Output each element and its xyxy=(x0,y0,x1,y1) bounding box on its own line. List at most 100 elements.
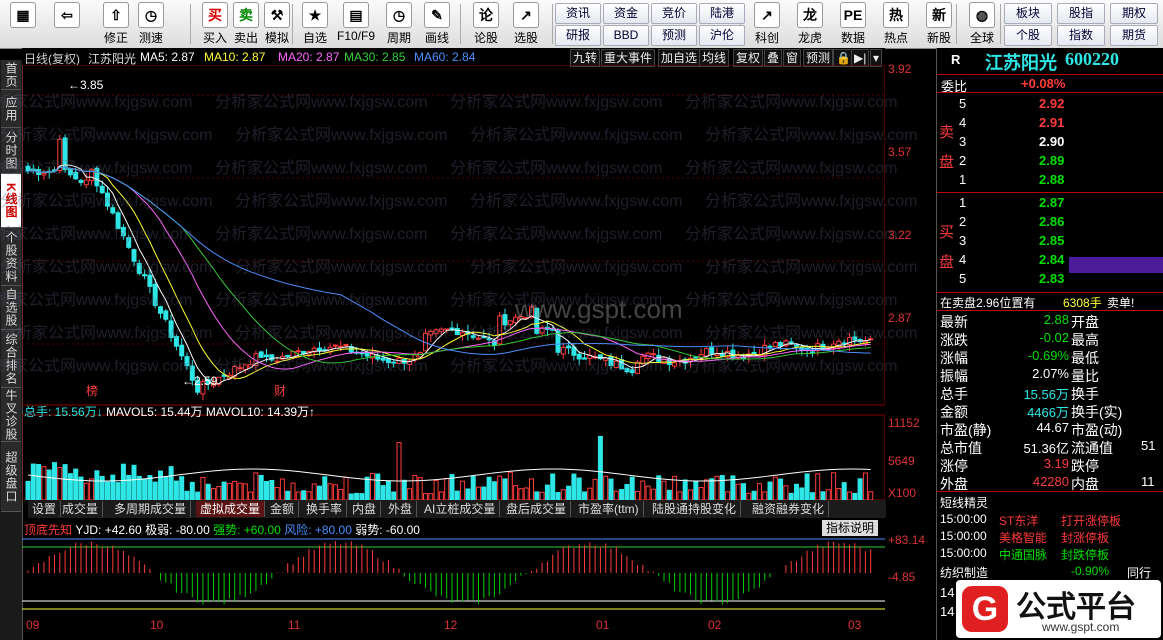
toolbar-link[interactable]: 个股 xyxy=(1004,25,1052,46)
bid-price[interactable]: 2.84 xyxy=(1039,252,1064,267)
indicator-help-button[interactable]: 指标说明 xyxy=(822,520,879,536)
short-name[interactable]: 美格智能 xyxy=(999,529,1047,546)
indicator-tab-12[interactable]: 融资融券变化 xyxy=(748,501,830,517)
left-tab-4[interactable]: 个股资料 xyxy=(1,228,21,286)
toolbar-button-8[interactable]: ▤ F10/F9 xyxy=(337,2,375,46)
indicator-chart[interactable] xyxy=(22,537,885,617)
sell-label: 卖盘 xyxy=(939,124,955,171)
volume-bar xyxy=(332,484,338,500)
toolbar-link[interactable]: 研报 xyxy=(555,25,601,46)
ask-price[interactable]: 2.88 xyxy=(1039,172,1064,187)
logo-g-icon: G xyxy=(962,586,1008,632)
toolbar-button-3[interactable]: ◷ 测速 xyxy=(132,2,170,46)
left-tab-5[interactable]: 自选股 xyxy=(1,286,21,330)
toolbar2-button-4[interactable]: 新新股 xyxy=(919,2,959,46)
quote-value: 44.67 xyxy=(1036,420,1069,435)
volume-bar xyxy=(226,482,232,500)
indicator-tab-3[interactable]: 虚拟成交量 xyxy=(196,501,266,517)
sector-more[interactable]: 同行 xyxy=(1127,564,1151,581)
status-line: 在卖盘2.96位置有 xyxy=(940,296,1036,310)
toolbar-link[interactable]: 沪伦 xyxy=(699,25,745,46)
toolbar2-button-1[interactable]: 龙龙虎 xyxy=(790,2,830,46)
toolbar-link[interactable]: 陆港 xyxy=(699,3,745,24)
toolbar-label: 科创 xyxy=(754,31,779,45)
bottom-num-1: 14 xyxy=(940,585,955,600)
indicator-tab-4[interactable]: 金额 xyxy=(266,501,300,517)
volume-bar xyxy=(105,481,110,500)
candle xyxy=(767,345,773,348)
ask-price[interactable]: 2.90 xyxy=(1039,134,1064,149)
toolbar-link[interactable]: 竞价 xyxy=(651,3,697,24)
volume-bar xyxy=(184,490,190,500)
windows-logo-icon: ▦ xyxy=(10,2,36,28)
toolbar-link[interactable]: 指数 xyxy=(1057,25,1105,46)
toolbar-link[interactable]: 期权 xyxy=(1110,3,1158,24)
short-line-title[interactable]: 短线精灵 xyxy=(940,494,988,511)
indicator-tab-11[interactable]: 陆股通持股变化 xyxy=(648,501,742,517)
left-tab-7[interactable]: 牛叉诊股 xyxy=(1,388,21,442)
volume-bar xyxy=(534,491,540,500)
ma30-line xyxy=(27,166,871,364)
bid-price[interactable]: 2.87 xyxy=(1039,195,1064,210)
indicator-tab-6[interactable]: 内盘 xyxy=(348,501,382,517)
bid-price[interactable]: 2.85 xyxy=(1039,233,1064,248)
toolbar-link[interactable]: 期货 xyxy=(1110,25,1158,46)
toolbar-link[interactable]: 资金 xyxy=(603,3,649,24)
globe-icon: ◍ xyxy=(969,2,995,28)
left-tab-3[interactable]: K线图 xyxy=(1,174,21,228)
toolbar-link[interactable]: BBD xyxy=(603,25,649,46)
toolbar-button-0[interactable]: ▦ xyxy=(4,2,42,46)
toolbar2-button-0[interactable]: ↗ 科创 xyxy=(747,2,787,46)
toolbar-link[interactable]: 板块 xyxy=(1004,3,1052,24)
toolbar2-button-5[interactable]: ◍ 全球 xyxy=(962,2,1002,46)
short-event: 封涨停板 xyxy=(1061,531,1110,545)
indicator-tab-1[interactable]: 成交量 xyxy=(58,501,104,517)
left-tab-2[interactable]: 分时图 xyxy=(1,128,21,174)
indicator-tab-5[interactable]: 换手率 xyxy=(302,501,348,517)
ask-price[interactable]: 2.91 xyxy=(1039,115,1064,130)
toolbar-link[interactable]: 资讯 xyxy=(555,3,601,24)
ma60-label: MA60: 2.84 xyxy=(414,50,476,64)
toolbar-button-2[interactable]: ⇧ 修正 xyxy=(97,2,135,46)
toolbar-button-6[interactable]: ⚒ 模拟 xyxy=(258,2,296,46)
toolbar-button-1[interactable]: ⇦ xyxy=(48,2,86,46)
ask-price[interactable]: 2.89 xyxy=(1039,153,1064,168)
indicator-tab-0[interactable]: 设置 xyxy=(28,501,62,517)
left-tab-8[interactable]: 超级盘口 xyxy=(1,442,21,512)
toolbar-link[interactable]: 预测 xyxy=(651,25,697,46)
indicator-tab-8[interactable]: AI立桩成交量 xyxy=(420,501,501,517)
toolbar-button-10[interactable]: ✎ 画线 xyxy=(418,2,456,46)
toolbar-button-11[interactable]: 论论股 xyxy=(467,2,505,46)
toolbar2-button-3[interactable]: 热热点 xyxy=(876,2,916,46)
left-tab-6[interactable]: 综合排名 xyxy=(1,330,21,388)
indicator-tab-2[interactable]: 多周期成交量 xyxy=(110,501,192,517)
indicator-tab-10[interactable]: 市盈率(ttm) xyxy=(574,501,644,517)
toolbar-button-7[interactable]: ★ 自选 xyxy=(296,2,334,46)
indicator-tab-9[interactable]: 盘后成交量 xyxy=(502,501,572,517)
short-name[interactable]: ST东洋 xyxy=(999,512,1038,529)
left-tab-1[interactable]: 应用 xyxy=(1,90,21,128)
indicator-qs: 强势: +60.00 xyxy=(213,523,281,537)
ask-price[interactable]: 2.92 xyxy=(1039,96,1064,111)
short-name[interactable]: 中通国脉 xyxy=(999,546,1047,563)
toolbar-separator xyxy=(552,4,553,44)
volume-bar xyxy=(603,475,609,500)
toolbar-link[interactable]: 股指 xyxy=(1057,3,1105,24)
candle xyxy=(841,342,847,345)
kline-chart[interactable]: ←3.85 ←2.59 榜 财 xyxy=(22,65,885,500)
bid-price[interactable]: 2.83 xyxy=(1039,271,1064,286)
toolbar-button-12[interactable]: ↗ 选股 xyxy=(507,2,545,46)
left-tab-0[interactable]: 首页 xyxy=(1,60,21,90)
volume-bar xyxy=(30,463,36,500)
volume-bar xyxy=(523,487,529,500)
quote-value: -0.69% xyxy=(1027,348,1069,363)
sell-icon: 卖 xyxy=(233,2,259,28)
sector-name[interactable]: 纺织制造 xyxy=(940,564,988,581)
event-mark: 榜 xyxy=(86,383,98,398)
toolbar-button-9[interactable]: ◷ 周期 xyxy=(380,2,418,46)
toolbar2-button-2[interactable]: PE 数据 xyxy=(833,2,873,46)
stock-code: 600220 xyxy=(1065,49,1119,69)
bid-price[interactable]: 2.86 xyxy=(1039,214,1064,229)
short-time: 15:00:00 xyxy=(940,529,987,543)
indicator-tab-7[interactable]: 外盘 xyxy=(384,501,418,517)
